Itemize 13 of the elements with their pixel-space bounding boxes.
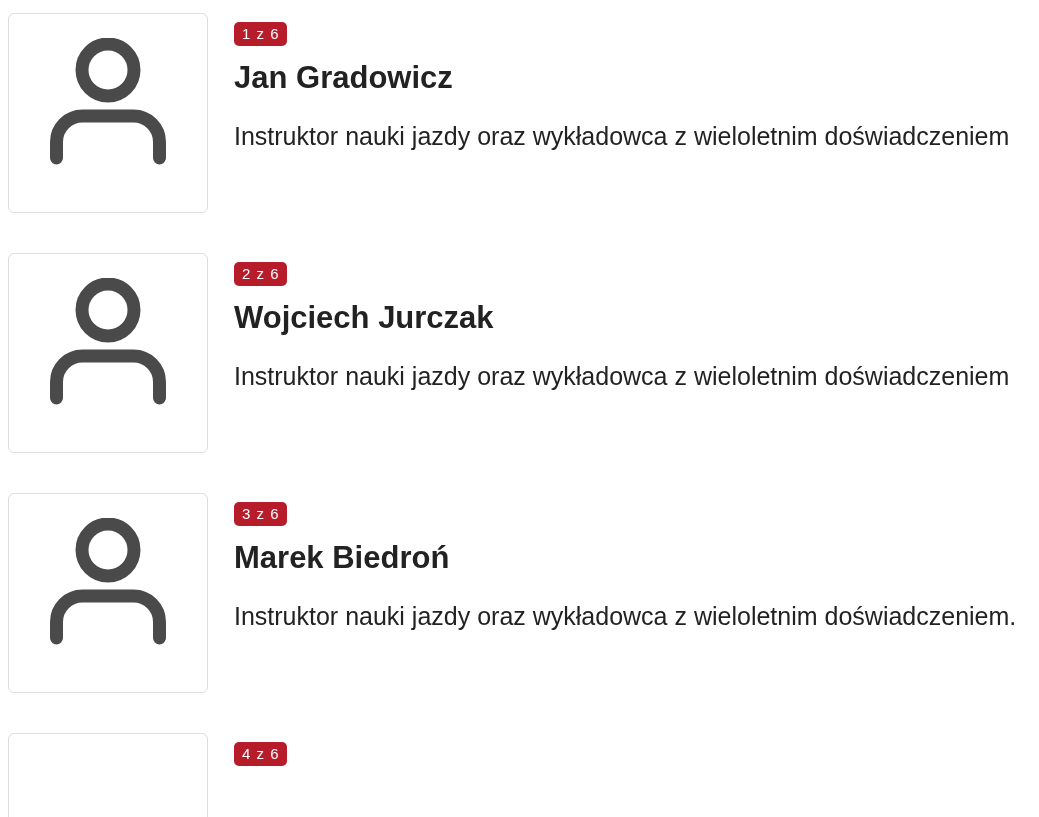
counter-badge: 1 z 6 [234, 22, 287, 46]
counter-badge: 4 z 6 [234, 742, 287, 766]
person-icon [50, 278, 166, 406]
instructor-description: Instruktor nauki jazdy oraz wykładowca z wieloletnim doświadczeniem [234, 122, 1010, 151]
person-icon [50, 38, 166, 166]
person-icon [50, 518, 166, 646]
instructor-description: Instruktor nauki jazdy oraz wykładowca z wieloletnim doświadczeniem. [234, 602, 1017, 631]
counter-badge: 2 z 6 [234, 262, 287, 286]
instructor-name: Jan Gradowicz [234, 60, 453, 96]
instructor-description: Instruktor nauki jazdy oraz wykładowca z wieloletnim doświadczeniem [234, 362, 1010, 391]
counter-badge: 3 z 6 [234, 502, 287, 526]
instructor-name: Wojciech Jurczak [234, 300, 494, 336]
instructor-name: Marek Biedroń [234, 540, 450, 576]
